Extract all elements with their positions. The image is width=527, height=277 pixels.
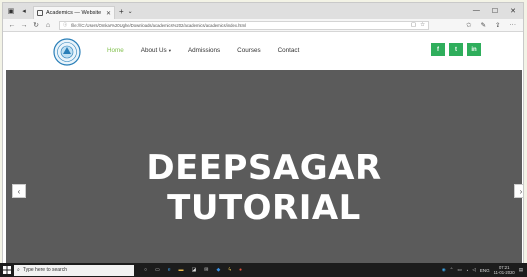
page-favicon-icon bbox=[37, 10, 43, 16]
tray-chevron-icon[interactable]: ⌃ bbox=[450, 267, 454, 273]
tab-title: Academics — Website 1 bbox=[46, 10, 103, 16]
network-icon[interactable]: ◔ bbox=[466, 268, 469, 273]
minimize-icon[interactable]: — bbox=[473, 7, 480, 15]
clock-date: 11-01-2020 bbox=[493, 270, 515, 275]
chrome-icon[interactable]: ● bbox=[239, 267, 242, 273]
nav-contact[interactable]: Contact bbox=[278, 47, 300, 54]
url-input[interactable]: ⓘ file:///C:/Users/Omkar%20Ughe/Download… bbox=[59, 20, 429, 30]
mail-icon[interactable]: ✉ bbox=[204, 267, 208, 273]
hero-title: DEEPSAGAR TUTORIAL bbox=[6, 148, 522, 228]
twitter-icon[interactable]: t bbox=[449, 43, 463, 56]
forward-arrow-icon[interactable]: → bbox=[18, 22, 30, 29]
pen-icon[interactable]: ✎ bbox=[481, 21, 486, 29]
linkedin-icon[interactable]: in bbox=[467, 43, 481, 56]
reading-view-icon[interactable]: ▢ bbox=[411, 22, 416, 28]
battery-icon[interactable]: ▭ bbox=[457, 267, 461, 273]
language-indicator[interactable]: ENG bbox=[480, 268, 490, 273]
taskbar: ⌕ Type here to search ○ ▭ e ▬ ◪ ✉ ◆ ϟ ● … bbox=[0, 263, 527, 277]
taskbar-search-placeholder: Type here to search bbox=[22, 267, 68, 273]
user-icon[interactable]: ◉ bbox=[442, 267, 446, 273]
favorites-icon[interactable]: ✩ bbox=[466, 21, 471, 29]
clock[interactable]: 07:21 11-01-2020 bbox=[494, 265, 515, 275]
carousel-next-icon[interactable]: › bbox=[514, 184, 523, 198]
close-tab-icon[interactable]: ✕ bbox=[106, 10, 111, 17]
back-arrow-icon[interactable]: ← bbox=[6, 22, 18, 29]
main-nav: Home About Us ▾ Admissions Courses Contac… bbox=[107, 47, 316, 54]
tab-list-chevron-icon[interactable]: ⌄ bbox=[128, 8, 133, 15]
logo-icon[interactable] bbox=[53, 38, 81, 66]
browser-tab[interactable]: Academics — Website 1 ✕ bbox=[33, 6, 115, 19]
volume-icon[interactable]: ◁ bbox=[472, 267, 475, 273]
refresh-icon[interactable]: ↻ bbox=[30, 21, 42, 29]
tab-back-icon[interactable]: ◂ bbox=[19, 6, 29, 16]
dropbox-icon[interactable]: ◆ bbox=[216, 267, 220, 273]
nav-about-label: About Us bbox=[140, 47, 167, 54]
more-icon[interactable]: ··· bbox=[510, 21, 517, 29]
nav-courses[interactable]: Courses bbox=[237, 47, 260, 54]
facebook-icon[interactable]: f bbox=[431, 43, 445, 56]
maximize-icon[interactable]: ☐ bbox=[492, 7, 498, 15]
url-text: file:///C:/Users/Omkar%20Ughe/Downloads/… bbox=[71, 22, 246, 28]
taskbar-search-input[interactable]: ⌕ Type here to search bbox=[14, 264, 134, 276]
browser-window: ▣ ◂ Academics — Website 1 ✕ + ⌄ — ☐ ✕ ← … bbox=[2, 2, 524, 273]
cortana-icon[interactable]: ○ bbox=[144, 267, 147, 273]
windows-start-icon[interactable] bbox=[0, 263, 14, 277]
nav-admissions[interactable]: Admissions bbox=[188, 47, 220, 54]
share-icon[interactable]: ⇪ bbox=[495, 21, 500, 29]
site-header: Home About Us ▾ Admissions Courses Contac… bbox=[3, 33, 523, 70]
task-view-icon[interactable]: ▭ bbox=[155, 267, 160, 273]
tab-preview-icon[interactable]: ▣ bbox=[6, 6, 16, 16]
hero-title-line2: TUTORIAL bbox=[167, 188, 361, 228]
caret-down-icon: ▾ bbox=[168, 48, 171, 53]
nav-home[interactable]: Home bbox=[107, 47, 124, 54]
nav-about-us[interactable]: About Us ▾ bbox=[141, 47, 171, 54]
winamp-icon[interactable]: ϟ bbox=[228, 267, 231, 273]
system-tray: ◉ ⌃ ▭ ◔ ◁ ENG 07:21 11-01-2020 ▤ bbox=[442, 265, 527, 275]
store-icon[interactable]: ◪ bbox=[192, 267, 197, 273]
address-bar-row: ← → ↻ ⌂ ⓘ file:///C:/Users/Omkar%20Ughe/… bbox=[3, 19, 523, 32]
hero-title-line1: DEEPSAGAR bbox=[146, 148, 382, 188]
edge-icon[interactable]: e bbox=[168, 267, 171, 273]
favorite-star-icon[interactable]: ☆ bbox=[420, 22, 425, 28]
home-icon[interactable]: ⌂ bbox=[42, 22, 54, 29]
hero-banner: DEEPSAGAR TUTORIAL ‹ › bbox=[6, 70, 523, 263]
tab-bar: ▣ ◂ Academics — Website 1 ✕ + ⌄ — ☐ ✕ bbox=[3, 3, 523, 19]
carousel-prev-icon[interactable]: ‹ bbox=[12, 184, 26, 198]
search-icon: ⌕ bbox=[17, 267, 20, 273]
notifications-icon[interactable]: ▤ bbox=[519, 267, 523, 273]
new-tab-icon[interactable]: + bbox=[119, 7, 124, 16]
social-links: f t in bbox=[431, 43, 481, 56]
file-explorer-icon[interactable]: ▬ bbox=[179, 267, 184, 273]
file-icon: ⓘ bbox=[63, 22, 68, 27]
close-window-icon[interactable]: ✕ bbox=[510, 7, 516, 15]
